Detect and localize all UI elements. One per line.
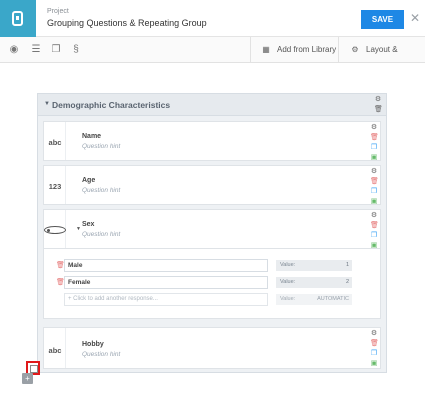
response-row: 🗑︎ Female Value: 2: [56, 276, 352, 289]
value-number: 2: [345, 279, 349, 285]
trash-icon[interactable]: 🗑︎: [370, 178, 379, 186]
response-list: 🗑︎ Male Value: 1 🗑︎ Female Value: 2 + Cl…: [43, 249, 381, 319]
mobile-app-icon: [0, 0, 36, 37]
project-name[interactable]: Grouping Questions & Repeating Group: [47, 18, 207, 28]
copy-icon[interactable]: ❐: [370, 232, 378, 240]
group-title: Demographic Characteristics: [52, 100, 171, 110]
toolbar-divider: [250, 37, 251, 63]
question-hint[interactable]: Question hint: [82, 187, 120, 194]
text-type-indicator: abc: [44, 328, 66, 368]
eye-icon[interactable]: ◉: [8, 44, 20, 56]
layout-settings-button[interactable]: ⚙Layout & Settings: [350, 37, 425, 80]
gear-icon: ⚙: [351, 45, 359, 54]
question-hint[interactable]: Question hint: [82, 231, 120, 238]
question-name[interactable]: Hobby: [82, 341, 104, 348]
gear-icon[interactable]: ⚙: [370, 168, 378, 176]
copy-icon[interactable]: ❐: [50, 44, 62, 56]
move-icon[interactable]: ▣: [370, 154, 378, 162]
value-label: Value:: [280, 296, 296, 302]
question-name[interactable]: Age: [82, 177, 95, 184]
question-name[interactable]: Name: [82, 133, 101, 140]
copy-icon[interactable]: ❐: [370, 350, 378, 358]
number-type-indicator: 123: [44, 166, 66, 204]
value-number: 1: [345, 262, 349, 268]
question-hint[interactable]: Question hint: [82, 351, 120, 358]
toolbar-divider: [338, 37, 339, 63]
move-icon[interactable]: ▣: [370, 198, 378, 206]
response-label-input[interactable]: Female: [64, 276, 268, 289]
gear-icon[interactable]: ⚙: [370, 212, 378, 220]
add-response-row: + Click to add another response... Value…: [64, 293, 352, 306]
project-label: Project: [47, 8, 69, 15]
trash-icon[interactable]: 🗑︎: [370, 340, 379, 348]
question-name[interactable]: Sex: [82, 221, 94, 228]
library-icon: ▦: [262, 45, 270, 54]
question-group: ▼ Demographic Characteristics ⚙ 🗑︎ abc N…: [37, 93, 387, 373]
gear-icon[interactable]: ⚙: [370, 330, 378, 338]
value-label: Value:: [280, 279, 296, 285]
trash-icon[interactable]: 🗑︎: [370, 134, 379, 142]
format-icon[interactable]: §: [70, 44, 82, 56]
list-icon[interactable]: ☰: [30, 44, 42, 56]
text-type-indicator: abc: [44, 122, 66, 160]
radio-icon: [44, 226, 66, 234]
copy-icon[interactable]: ❐: [370, 188, 378, 196]
add-icon[interactable]: +: [22, 373, 33, 384]
move-icon[interactable]: ▣: [370, 360, 378, 368]
value-label: Value:: [280, 262, 296, 268]
question-card-sex[interactable]: ▼ Sex Question hint ⚙ 🗑︎ ❐ ▣: [43, 209, 381, 249]
response-value-field[interactable]: Value: 1: [276, 260, 352, 271]
response-label-input[interactable]: Male: [64, 259, 268, 272]
auto-value-text: AUTOMATIC: [317, 296, 349, 302]
question-card-age[interactable]: 123 Age Question hint ⚙ 🗑︎ ❐ ▣: [43, 165, 381, 205]
single-choice-type-indicator: [44, 210, 66, 248]
response-row: 🗑︎ Male Value: 1: [56, 259, 352, 272]
response-value-field[interactable]: Value: 2: [276, 277, 352, 288]
add-from-library-label: Add from Library: [277, 45, 337, 54]
save-button[interactable]: SAVE: [361, 10, 404, 29]
question-card-hobby[interactable]: abc Hobby Question hint ⚙ 🗑︎ ❐ ▣: [43, 327, 381, 369]
close-icon[interactable]: ✕: [410, 12, 420, 24]
trash-icon[interactable]: 🗑︎: [370, 222, 379, 230]
copy-icon[interactable]: ❐: [370, 144, 378, 152]
auto-value-field: Value: AUTOMATIC: [276, 294, 352, 305]
caret-down-icon[interactable]: ▼: [44, 101, 50, 107]
question-hint[interactable]: Question hint: [82, 143, 120, 150]
app-header: Project Grouping Questions & Repeating G…: [0, 0, 425, 37]
question-card-name[interactable]: abc Name Question hint ⚙ 🗑︎ ❐ ▣: [43, 121, 381, 161]
add-from-library-button[interactable]: ▦ Add from Library: [261, 37, 336, 63]
toolbar: ◉ ☰ ❐ § ▦ Add from Library ⚙Layout & Sett…: [0, 37, 425, 80]
gear-icon[interactable]: ⚙: [370, 124, 378, 132]
caret-down-icon[interactable]: ▼: [76, 226, 81, 232]
add-response-input[interactable]: + Click to add another response...: [64, 293, 268, 306]
gear-icon[interactable]: ⚙: [374, 96, 382, 104]
trash-icon[interactable]: 🗑︎: [374, 106, 383, 114]
group-header[interactable]: ▼ Demographic Characteristics ⚙ 🗑︎: [38, 94, 386, 116]
